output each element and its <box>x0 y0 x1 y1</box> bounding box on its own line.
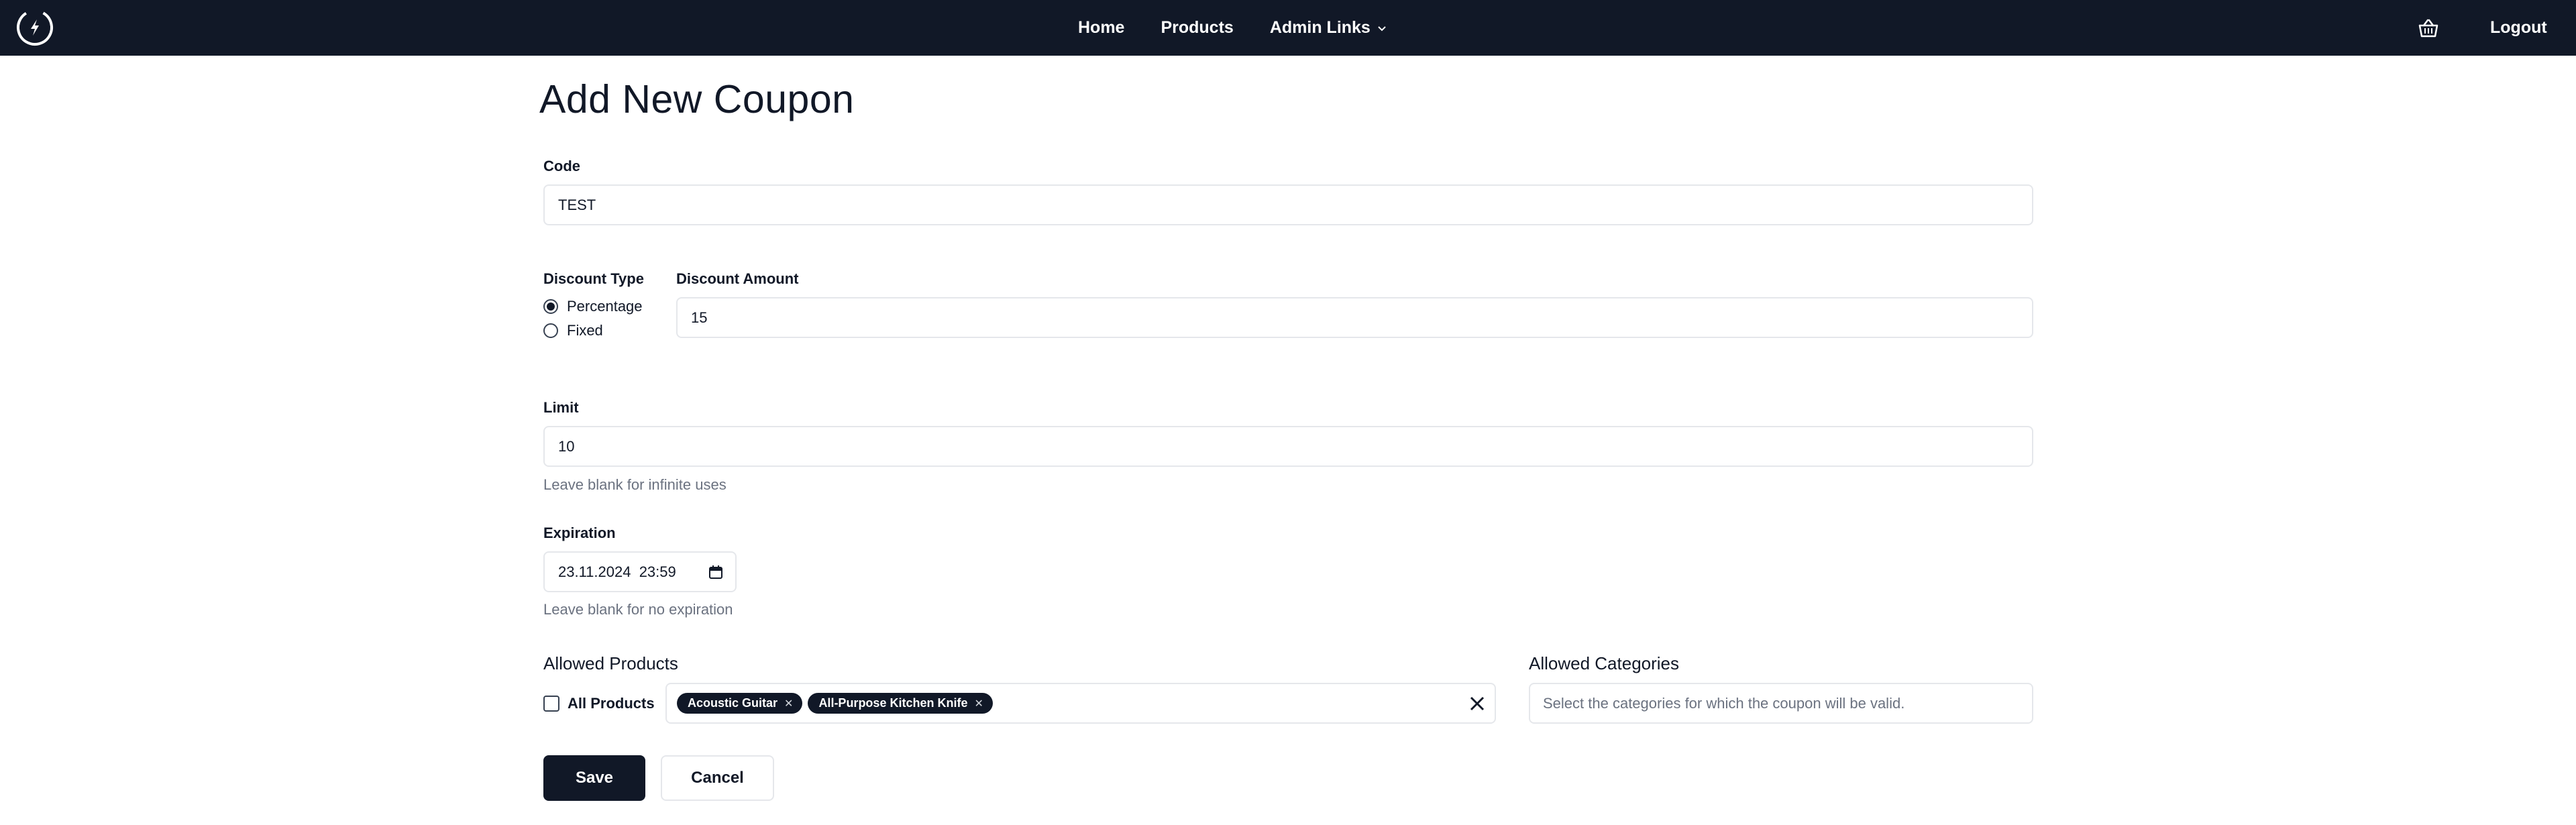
radio-percentage[interactable]: Percentage <box>543 298 643 315</box>
cancel-button[interactable]: Cancel <box>661 755 774 801</box>
expiration-label: Expiration <box>543 525 616 541</box>
expiration-value: 23.11.2024 23:59 <box>558 563 676 580</box>
categories-multiselect[interactable]: Select the categories for which the coup… <box>1529 683 2033 724</box>
product-chip-label: Acoustic Guitar <box>688 696 778 710</box>
all-products-label: All Products <box>568 695 655 712</box>
discount-amount-label: Discount Amount <box>676 270 799 287</box>
allowed-categories-title: Allowed Categories <box>1529 653 1680 673</box>
radio-button-checked[interactable] <box>543 299 558 314</box>
all-products-checkbox[interactable]: All Products <box>543 695 655 712</box>
discount-type-label: Discount Type <box>543 270 644 287</box>
product-chip: All-Purpose Kitchen Knife ✕ <box>808 693 993 714</box>
chip-remove-icon[interactable]: ✕ <box>784 697 793 710</box>
categories-placeholder: Select the categories for which the coup… <box>1543 694 1905 712</box>
logo-icon[interactable] <box>15 7 55 48</box>
logout-link[interactable]: Logout <box>2490 0 2547 56</box>
expiration-datetime-input[interactable]: 23.11.2024 23:59 <box>543 551 737 592</box>
navbar: Home Products Admin Links Logout <box>0 0 2576 56</box>
basket-icon[interactable] <box>2418 18 2439 38</box>
checkbox[interactable] <box>543 696 559 712</box>
radio-fixed[interactable]: Fixed <box>543 322 603 339</box>
discount-amount-input[interactable]: 15 <box>676 297 2033 338</box>
nav-home-link[interactable]: Home <box>1078 18 1124 38</box>
product-chip: Acoustic Guitar ✕ <box>677 693 803 714</box>
nav-products-link[interactable]: Products <box>1161 18 1233 38</box>
limit-help-text: Leave blank for infinite uses <box>543 476 727 493</box>
close-icon[interactable] <box>1469 696 1485 712</box>
code-label: Code <box>543 158 580 174</box>
chip-remove-icon[interactable]: ✕ <box>974 697 983 710</box>
save-button[interactable]: Save <box>543 755 645 801</box>
nav-admin-links-dropdown[interactable]: Admin Links <box>1270 18 1387 38</box>
chevron-down-icon <box>1378 25 1386 31</box>
nav-links: Home Products Admin Links <box>1078 0 1423 56</box>
code-input[interactable]: TEST <box>543 184 2033 225</box>
nav-admin-links-label: Admin Links <box>1269 18 1371 37</box>
products-multiselect[interactable]: Acoustic Guitar ✕ All-Purpose Kitchen Kn… <box>665 683 1496 724</box>
radio-button-unchecked[interactable] <box>543 323 558 338</box>
expiration-help-text: Leave blank for no expiration <box>543 601 733 618</box>
page-title: Add New Coupon <box>539 77 855 121</box>
radio-percentage-label: Percentage <box>567 298 643 315</box>
product-chip-label: All-Purpose Kitchen Knife <box>818 696 968 710</box>
allowed-products-title: Allowed Products <box>543 653 678 673</box>
radio-fixed-label: Fixed <box>567 322 603 339</box>
limit-label: Limit <box>543 399 579 416</box>
limit-input[interactable]: 10 <box>543 426 2033 467</box>
calendar-icon[interactable] <box>708 565 723 580</box>
